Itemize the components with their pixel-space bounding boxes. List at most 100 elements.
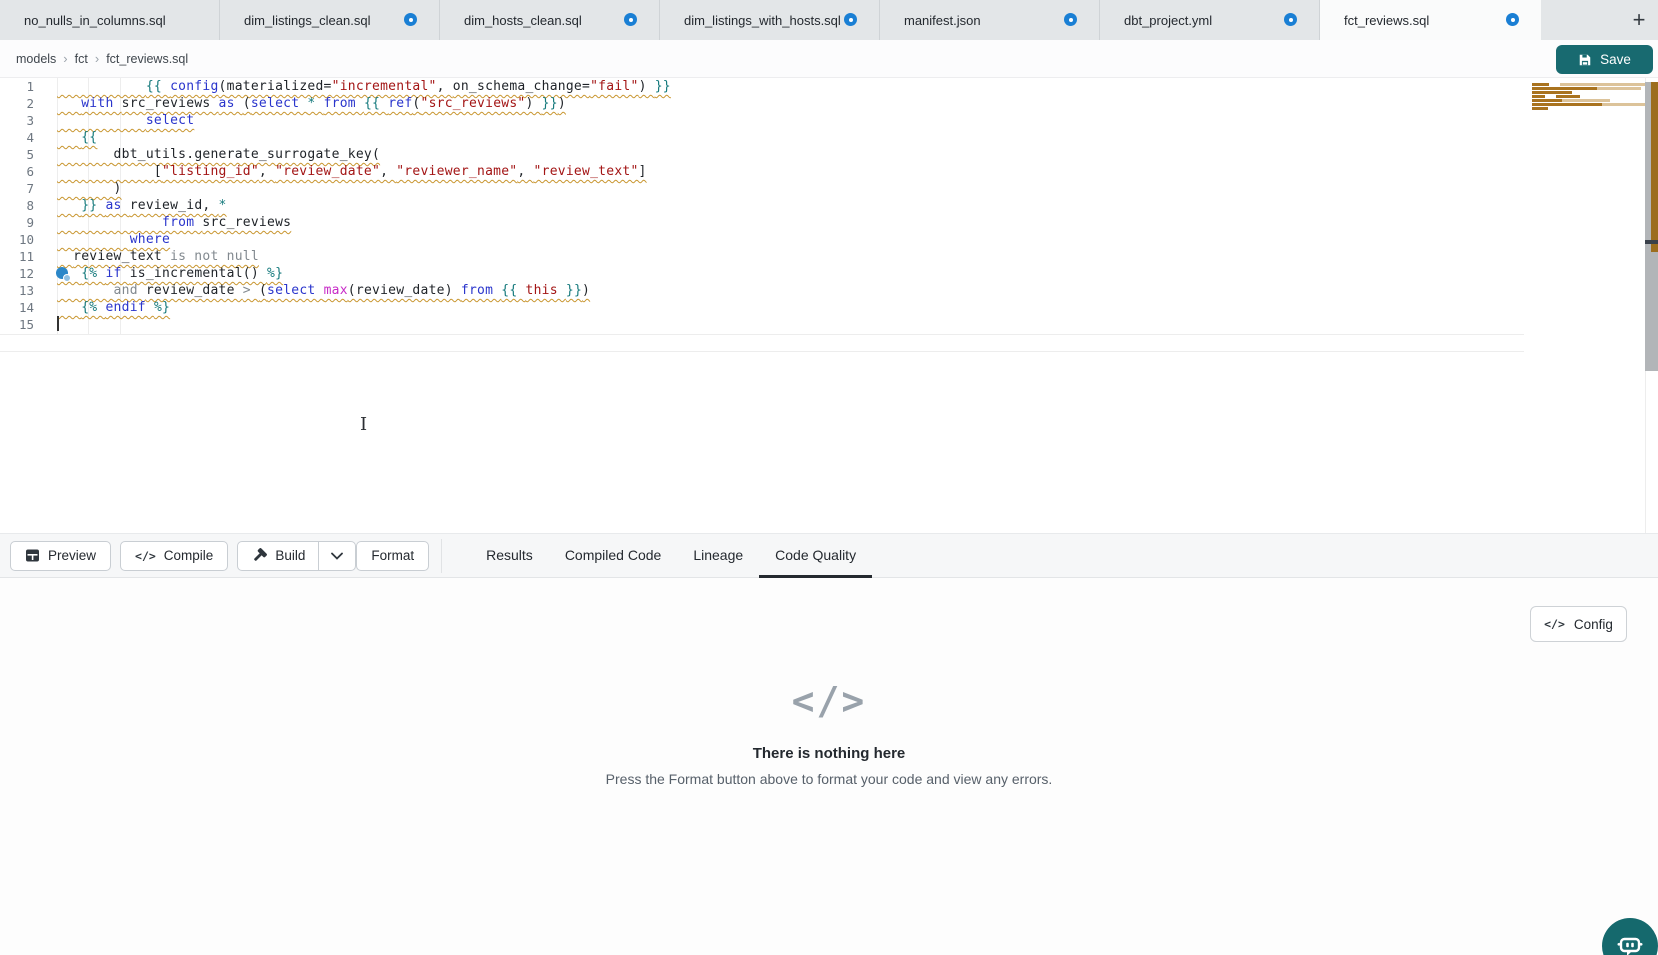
code-line-14[interactable]: 14 {% endif %} bbox=[0, 299, 1520, 316]
chevron-right-icon: › bbox=[95, 51, 99, 66]
code-line-9[interactable]: 9 from src_reviews bbox=[0, 214, 1520, 231]
unsaved-changes-dot[interactable] bbox=[1064, 13, 1077, 26]
code-icon: </> bbox=[1544, 617, 1565, 631]
line-number: 9 bbox=[0, 214, 34, 231]
file-tab-label: dim_hosts_clean.sql bbox=[464, 13, 582, 28]
empty-state-subtitle: Press the Format button above to format … bbox=[0, 771, 1658, 787]
new-tab-button[interactable]: + bbox=[1624, 0, 1654, 40]
line-number: 1 bbox=[0, 78, 34, 95]
chevron-down-icon bbox=[331, 552, 343, 560]
compile-button[interactable]: </> Compile bbox=[120, 541, 228, 571]
save-button[interactable]: Save bbox=[1556, 45, 1653, 74]
minimap-mark bbox=[1532, 87, 1597, 90]
hammer-icon bbox=[251, 548, 267, 564]
chevron-right-icon: › bbox=[63, 51, 67, 66]
code-line-11[interactable]: 11 review_text is not null bbox=[0, 248, 1520, 265]
unsaved-changes-dot[interactable] bbox=[1506, 13, 1519, 26]
minimap-mark bbox=[1562, 99, 1610, 102]
minimap-mark bbox=[1532, 107, 1548, 110]
file-tab-fct_reviews.sql[interactable]: fct_reviews.sql bbox=[1320, 0, 1541, 40]
minimap-mark bbox=[1597, 87, 1641, 90]
dbt-hint-icon[interactable] bbox=[56, 267, 68, 279]
code-line-4[interactable]: 4 {{ bbox=[0, 129, 1520, 146]
code-text: ) bbox=[57, 180, 122, 197]
line-number: 6 bbox=[0, 163, 34, 180]
unsaved-changes-dot[interactable] bbox=[844, 13, 857, 26]
preview-button-label: Preview bbox=[48, 548, 96, 563]
code-text: select bbox=[57, 112, 194, 129]
build-options-dropdown[interactable] bbox=[318, 542, 355, 570]
code-text: with src_reviews as (select * from {{ re… bbox=[57, 95, 566, 112]
config-button-label: Config bbox=[1574, 617, 1613, 632]
file-tab-dim_hosts_clean.sql[interactable]: dim_hosts_clean.sql bbox=[440, 0, 660, 40]
file-tab-dim_listings_clean.sql[interactable]: dim_listings_clean.sql bbox=[220, 0, 440, 40]
text-cursor bbox=[57, 316, 59, 331]
active-line-border bbox=[0, 334, 1524, 335]
minimap-mark bbox=[1560, 83, 1645, 86]
code-text: {{ config(materialized="incremental", on… bbox=[57, 78, 671, 95]
panel-tab-code-quality[interactable]: Code Quality bbox=[759, 535, 872, 578]
code-line-8[interactable]: 8 }} as review_id, * bbox=[0, 197, 1520, 214]
file-tab-no_nulls_in_columns.sql[interactable]: no_nulls_in_columns.sql bbox=[0, 0, 220, 40]
line-number: 12 bbox=[0, 265, 34, 282]
file-tab-dbt_project.yml[interactable]: dbt_project.yml bbox=[1100, 0, 1320, 40]
unsaved-changes-dot[interactable] bbox=[404, 13, 417, 26]
preview-button[interactable]: Preview bbox=[10, 541, 111, 571]
code-line-3[interactable]: 3 select bbox=[0, 112, 1520, 129]
code-line-5[interactable]: 5 dbt_utils.generate_surrogate_key( bbox=[0, 146, 1520, 163]
code-text: where bbox=[57, 231, 170, 248]
code-text: {{ bbox=[57, 129, 97, 146]
format-button[interactable]: Format bbox=[356, 541, 429, 571]
code-line-13[interactable]: 13 and review_date > (select max(review_… bbox=[0, 282, 1520, 299]
breadcrumb-item-fct[interactable]: fct bbox=[75, 52, 88, 66]
file-tab-bar: no_nulls_in_columns.sql dim_listings_clea… bbox=[0, 0, 1658, 40]
code-line-7[interactable]: 7 ) bbox=[0, 180, 1520, 197]
build-split-button: Build bbox=[237, 541, 356, 571]
breadcrumb-item-file: fct_reviews.sql bbox=[106, 52, 188, 66]
code-line-10[interactable]: 10 where bbox=[0, 231, 1520, 248]
minimap-mark bbox=[1602, 103, 1645, 106]
ide-window: no_nulls_in_columns.sql dim_listings_clea… bbox=[0, 0, 1658, 955]
empty-state-title: There is nothing here bbox=[0, 745, 1658, 762]
panel-tab-bar: ResultsCompiled CodeLineageCode Quality bbox=[470, 533, 872, 578]
file-tab-label: manifest.json bbox=[904, 13, 981, 28]
file-tab-manifest.json[interactable]: manifest.json bbox=[880, 0, 1100, 40]
code-line-12[interactable]: 12 {% if is_incremental() %} bbox=[0, 265, 1520, 282]
unsaved-changes-dot[interactable] bbox=[624, 13, 637, 26]
file-tab-label: dbt_project.yml bbox=[1124, 13, 1212, 28]
config-button[interactable]: </> Config bbox=[1530, 606, 1627, 642]
minimap-mark bbox=[1532, 95, 1545, 98]
code-text: and review_date > (select max(review_dat… bbox=[57, 282, 590, 299]
empty-state: </> There is nothing here Press the Form… bbox=[0, 679, 1658, 787]
code-icon: </> bbox=[135, 549, 156, 563]
line-number: 11 bbox=[0, 248, 34, 265]
panel-tab-compiled-code[interactable]: Compiled Code bbox=[549, 535, 678, 578]
code-text: }} as review_id, * bbox=[57, 197, 227, 214]
code-line-6[interactable]: 6 ["listing_id", "review_date", "reviewe… bbox=[0, 163, 1520, 180]
code-text: {% endif %} bbox=[57, 299, 170, 316]
robot-chat-icon bbox=[1615, 931, 1645, 955]
code-line-15[interactable]: 15 bbox=[0, 316, 1520, 333]
build-button[interactable]: Build bbox=[238, 542, 318, 570]
panel-tab-lineage[interactable]: Lineage bbox=[677, 535, 759, 578]
minimap-mark bbox=[1532, 83, 1549, 86]
editor-toolbar: Preview </> Compile Build bbox=[0, 533, 1658, 578]
file-tab-label: no_nulls_in_columns.sql bbox=[24, 13, 166, 28]
file-tab-dim_listings_with_hosts.sql[interactable]: dim_listings_with_hosts.sql bbox=[660, 0, 880, 40]
breadcrumb-item-models[interactable]: models bbox=[16, 52, 56, 66]
table-icon bbox=[25, 548, 40, 563]
panel-tab-results[interactable]: Results bbox=[470, 535, 549, 578]
code-line-2[interactable]: 2 with src_reviews as (select * from {{ … bbox=[0, 95, 1520, 112]
code-text: review_text is not null bbox=[57, 248, 259, 265]
compile-button-label: Compile bbox=[164, 548, 214, 563]
line-number: 10 bbox=[0, 231, 34, 248]
file-tab-label: fct_reviews.sql bbox=[1344, 13, 1429, 28]
line-number: 4 bbox=[0, 129, 34, 146]
code-text: dbt_utils.generate_surrogate_key( bbox=[57, 146, 380, 163]
code-line-1[interactable]: 1 {{ config(materialized="incremental", … bbox=[0, 78, 1520, 95]
line-number: 5 bbox=[0, 146, 34, 163]
line-number: 3 bbox=[0, 112, 34, 129]
line-number: 13 bbox=[0, 282, 34, 299]
unsaved-changes-dot[interactable] bbox=[1284, 13, 1297, 26]
code-editor[interactable]: 1 {{ config(materialized="incremental", … bbox=[0, 78, 1658, 533]
